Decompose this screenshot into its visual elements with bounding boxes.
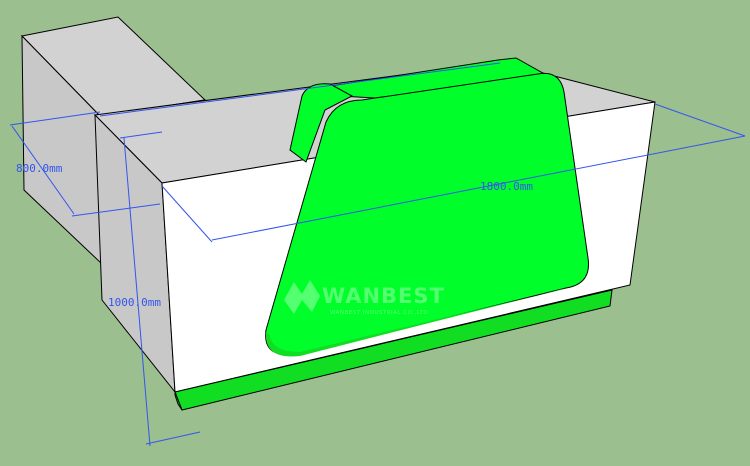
length-dimension-label: 1800.0mm xyxy=(480,180,533,193)
depth-dimension-label: 800.0mm xyxy=(16,162,63,175)
watermark-brand: WANBEST xyxy=(322,284,445,308)
watermark-tagline: WANBEST INDUSTRIAL CO.,LTD xyxy=(330,310,428,316)
height-dimension-label: 1000.0mm xyxy=(108,296,161,309)
reception-desk-diagram: WANBEST WANBEST INDUSTRIAL CO.,LTD 800.0… xyxy=(0,0,750,466)
